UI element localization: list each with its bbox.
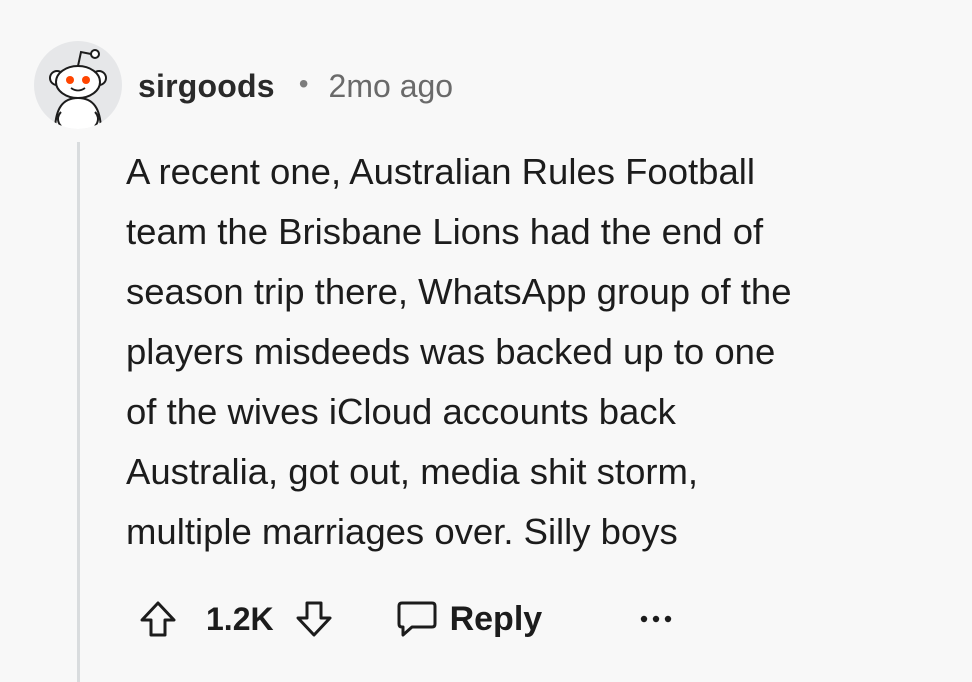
comment-body-line: multiple marriages over. Silly boys [126,511,678,552]
upvote-arrow-icon [140,601,176,637]
comment-action-bar: 1.2K Reply [136,592,676,646]
comment-body-line: Australia, got out, media shit storm, [126,451,699,492]
comment-header: sirgoods • 2mo ago [138,64,453,108]
reply-button[interactable]: Reply [394,599,543,639]
comment-body-line: players misdeeds was backed up to one [126,331,776,372]
meta-separator: • [298,68,309,99]
comment-body-line: A recent one, Australian Rules Football [126,151,755,192]
comment-body-line: season trip there, WhatsApp group of the [126,271,792,312]
more-options-button[interactable] [636,599,676,639]
downvote-arrow-icon [296,601,332,637]
comment-timestamp: 2mo ago [328,67,454,104]
snoo-avatar-icon [34,41,122,129]
upvote-button[interactable] [136,597,180,641]
user-avatar[interactable] [33,40,123,130]
vote-score: 1.2K [206,600,274,637]
ellipsis-icon [640,615,672,623]
comment-body-line: of the wives iCloud accounts back [126,391,676,432]
downvote-button[interactable] [292,597,336,641]
comment-body-line: team the Brisbane Lions had the end of [126,211,764,252]
comment-body: A recent one, Australian Rules Football … [126,142,946,562]
reply-label: Reply [449,599,543,638]
username-link[interactable]: sirgoods [138,68,275,105]
speech-bubble-icon [397,601,437,637]
thread-line [77,142,80,682]
